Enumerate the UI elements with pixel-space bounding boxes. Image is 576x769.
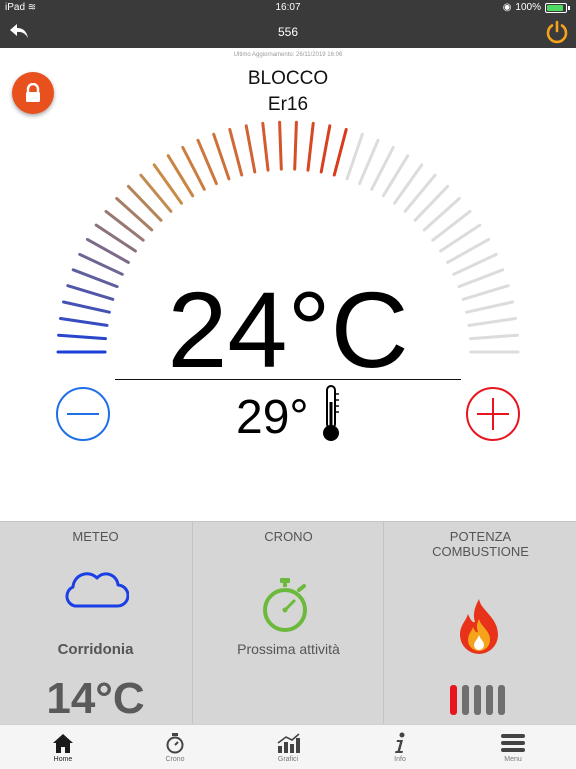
gauge-tick-active	[261, 121, 270, 172]
plus-icon	[466, 387, 520, 441]
tab-info-label: Info	[394, 756, 406, 763]
last-update-text: Ultimo Aggiornamento: 26/11/2019 16:06	[233, 52, 343, 58]
page-title: 556	[277, 25, 299, 39]
gauge-tick-active	[166, 154, 195, 198]
gauge-tick-active	[85, 237, 130, 264]
power-bar-inactive	[486, 685, 493, 715]
divider	[115, 379, 461, 380]
power-title: POTENZA COMBUSTIONE	[384, 529, 576, 559]
gauge-tick-active	[228, 128, 244, 177]
tab-home-label: Home	[53, 756, 73, 763]
tab-info[interactable]: Info	[360, 725, 440, 769]
stove-state: BLOCCO	[247, 68, 329, 89]
gauge-tick-active	[306, 121, 315, 172]
gauge-tick-inactive	[370, 146, 395, 191]
stopwatch-icon	[263, 578, 307, 632]
gauge-tick-inactive	[345, 132, 364, 181]
chart-icon	[277, 733, 300, 753]
power-icon	[546, 20, 568, 44]
crono-card[interactable]: CRONO Prossima attività	[192, 522, 384, 725]
gauge-tick-active	[293, 120, 298, 171]
gauge-tick-inactive	[403, 173, 437, 213]
weather-title: METEO	[72, 529, 119, 544]
gauge-tick-active	[104, 209, 145, 242]
gauge-tick-inactive	[446, 237, 491, 264]
outdoor-temperature: 14°C	[46, 674, 145, 723]
clock: 16:07	[275, 2, 301, 13]
gauge-tick-active	[332, 128, 348, 177]
tab-menu[interactable]: Menu	[473, 725, 553, 769]
room-temperature: 29°	[236, 391, 309, 444]
cloud-icon	[65, 572, 129, 608]
power-bar-inactive	[498, 685, 505, 715]
info-panel: METEO Corridonia 14°C CRONO Prossima att…	[0, 521, 576, 725]
weather-city: Corridonia	[57, 641, 134, 658]
menu-icon	[501, 734, 525, 752]
weather-card[interactable]: METEO Corridonia 14°C	[0, 522, 191, 725]
power-title-line1: POTENZA	[449, 529, 512, 544]
tab-bar: Home Crono Grafici Info Menu	[0, 724, 576, 769]
gauge-tick-active	[78, 252, 124, 276]
gauge-tick-active	[278, 120, 283, 171]
power-button[interactable]	[544, 19, 570, 45]
stopwatch-icon	[166, 733, 184, 754]
gauge-tick-active	[139, 173, 173, 213]
next-activity-text: Prossima attività	[237, 641, 340, 657]
tab-menu-label: Menu	[504, 756, 522, 763]
crono-title: CRONO	[264, 529, 313, 544]
gauge-tick-inactive	[393, 163, 424, 205]
gauge-tick-active	[244, 124, 257, 174]
power-bar-inactive	[462, 685, 469, 715]
decrease-temperature-button[interactable]	[55, 386, 111, 442]
power-title-line2: COMBUSTIONE	[432, 544, 529, 559]
home-icon	[53, 734, 73, 753]
power-level-indicator	[450, 685, 505, 715]
gauge-tick-active	[181, 146, 206, 191]
tab-home[interactable]: Home	[23, 725, 103, 769]
gauge-tick-active	[196, 138, 218, 186]
power-bar-inactive	[474, 685, 481, 715]
flame-icon	[460, 599, 498, 654]
gauge-tick-inactive	[422, 197, 461, 232]
gauge-tick-inactive	[413, 184, 450, 222]
thermometer-icon	[323, 385, 339, 441]
power-bar-active	[450, 685, 457, 715]
battery-percent: 100%	[515, 2, 541, 13]
status-right: ◉ 100%	[503, 2, 570, 13]
battery-icon	[545, 2, 567, 13]
power-card[interactable]: POTENZA COMBUSTIONE	[383, 522, 576, 725]
nav-bar: 556	[0, 16, 576, 48]
gauge-tick-active	[212, 132, 231, 181]
gauge-tick-inactive	[452, 252, 498, 276]
gauge-tick-inactive	[439, 223, 482, 253]
gauge-tick-active	[115, 197, 154, 232]
tab-grafici-label: Grafici	[277, 756, 299, 763]
increase-temperature-button[interactable]	[465, 386, 521, 442]
gauge-tick-active	[126, 184, 163, 222]
gauge-tick-active	[94, 223, 137, 253]
set-temperature: 24°C	[167, 269, 409, 390]
alarm-icon: ◉	[502, 2, 512, 13]
gauge-tick-inactive	[358, 138, 380, 186]
gauge-tick-active	[319, 124, 332, 174]
info-icon	[395, 732, 405, 753]
minus-icon	[56, 387, 110, 441]
gauge-tick-active	[152, 163, 183, 205]
error-code: Er16	[267, 94, 309, 115]
tab-grafici[interactable]: Grafici	[248, 725, 328, 769]
tab-crono[interactable]: Crono	[135, 725, 215, 769]
gauge-tick-inactive	[381, 154, 410, 198]
status-bar: iPad ≋ 16:07 ◉ 100%	[0, 0, 576, 16]
gauge-tick-inactive	[431, 209, 472, 242]
tab-crono-label: Crono	[165, 756, 185, 763]
